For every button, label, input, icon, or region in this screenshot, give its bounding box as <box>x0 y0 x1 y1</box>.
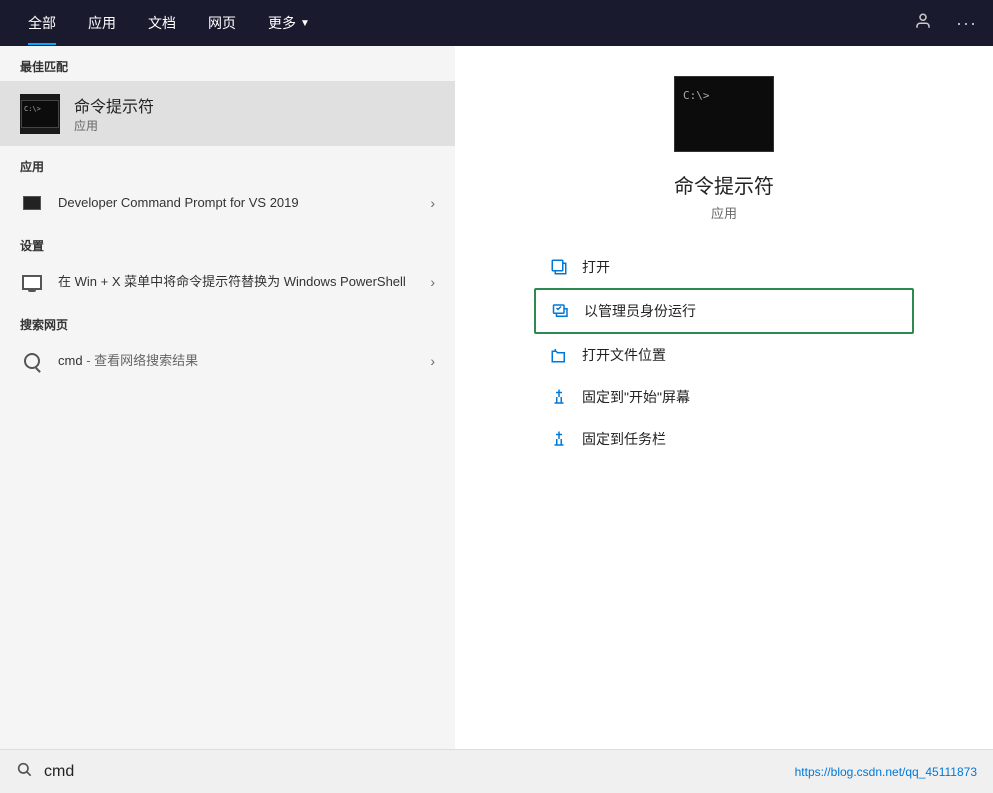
cmd-icon-small <box>21 100 59 128</box>
best-match-name: 命令提示符 <box>74 93 154 117</box>
left-panel: 最佳匹配 命令提示符 应用 应用 Developer Command Promp… <box>0 46 455 749</box>
best-match-type: 应用 <box>74 117 154 134</box>
action-pin-start[interactable]: 固定到"开始"屏幕 <box>534 376 914 418</box>
settings-label: 在 Win + X 菜单中将命令提示符替换为 Windows PowerShel… <box>58 273 416 291</box>
web-search-label: cmd - 查看网络搜索结果 <box>58 352 416 370</box>
chevron-down-icon: ▼ <box>300 18 310 29</box>
dev-cmd-icon <box>20 191 44 215</box>
tab-more[interactable]: 更多 ▼ <box>252 1 326 45</box>
tab-web[interactable]: 网页 <box>192 1 252 45</box>
settings-section-header: 设置 <box>0 225 455 260</box>
chevron-right-icon-3: › <box>430 353 435 369</box>
web-search-icon <box>20 349 44 373</box>
folder-icon <box>548 344 570 366</box>
dev-cmd-label: Developer Command Prompt for VS 2019 <box>58 194 416 212</box>
main-area: 最佳匹配 命令提示符 应用 应用 Developer Command Promp… <box>0 46 993 749</box>
csdn-link[interactable]: https://blog.csdn.net/qq_45111873 <box>795 765 977 779</box>
best-match-header: 最佳匹配 <box>0 46 455 81</box>
action-run-as-admin[interactable]: 以管理员身份运行 <box>534 288 914 334</box>
action-location-label: 打开文件位置 <box>582 345 666 365</box>
action-admin-label: 以管理员身份运行 <box>584 301 696 321</box>
person-icon[interactable] <box>910 8 936 39</box>
admin-icon <box>550 300 572 322</box>
search-icon-bottom <box>16 761 32 782</box>
search-input[interactable] <box>44 763 783 781</box>
app-preview-icon <box>674 76 774 152</box>
more-icon[interactable]: ··· <box>952 9 981 38</box>
bottom-bar: https://blog.csdn.net/qq_45111873 <box>0 749 993 793</box>
action-open-label: 打开 <box>582 257 610 277</box>
top-bar: 全部 应用 文档 网页 更多 ▼ ··· <box>0 0 993 46</box>
action-list: 打开 以管理员身份运行 <box>534 246 914 460</box>
pin-start-icon <box>548 386 570 408</box>
chevron-right-icon: › <box>430 195 435 211</box>
settings-item[interactable]: 在 Win + X 菜单中将命令提示符替换为 Windows PowerShel… <box>0 260 455 304</box>
right-panel: 命令提示符 应用 打开 <box>455 46 993 749</box>
pin-taskbar-icon <box>548 428 570 450</box>
dev-cmd-prompt-item[interactable]: Developer Command Prompt for VS 2019 › <box>0 181 455 225</box>
open-icon <box>548 256 570 278</box>
best-match-item[interactable]: 命令提示符 应用 <box>0 81 455 146</box>
app-display-type: 应用 <box>711 203 737 222</box>
top-bar-right: ··· <box>910 8 981 39</box>
app-display-name: 命令提示符 <box>674 170 774 199</box>
web-section-header: 搜索网页 <box>0 304 455 339</box>
action-open[interactable]: 打开 <box>534 246 914 288</box>
tab-docs[interactable]: 文档 <box>132 1 192 45</box>
best-match-text: 命令提示符 应用 <box>74 93 154 134</box>
tab-apps[interactable]: 应用 <box>72 1 132 45</box>
action-pin-taskbar[interactable]: 固定到任务栏 <box>534 418 914 460</box>
action-pin-taskbar-label: 固定到任务栏 <box>582 429 666 449</box>
cmd-app-icon <box>20 94 60 134</box>
chevron-right-icon-2: › <box>430 274 435 290</box>
web-search-item[interactable]: cmd - 查看网络搜索结果 › <box>0 339 455 383</box>
action-pin-start-label: 固定到"开始"屏幕 <box>582 387 690 407</box>
apps-section-header: 应用 <box>0 146 455 181</box>
settings-icon <box>20 270 44 294</box>
action-open-location[interactable]: 打开文件位置 <box>534 334 914 376</box>
tab-all[interactable]: 全部 <box>12 1 72 45</box>
